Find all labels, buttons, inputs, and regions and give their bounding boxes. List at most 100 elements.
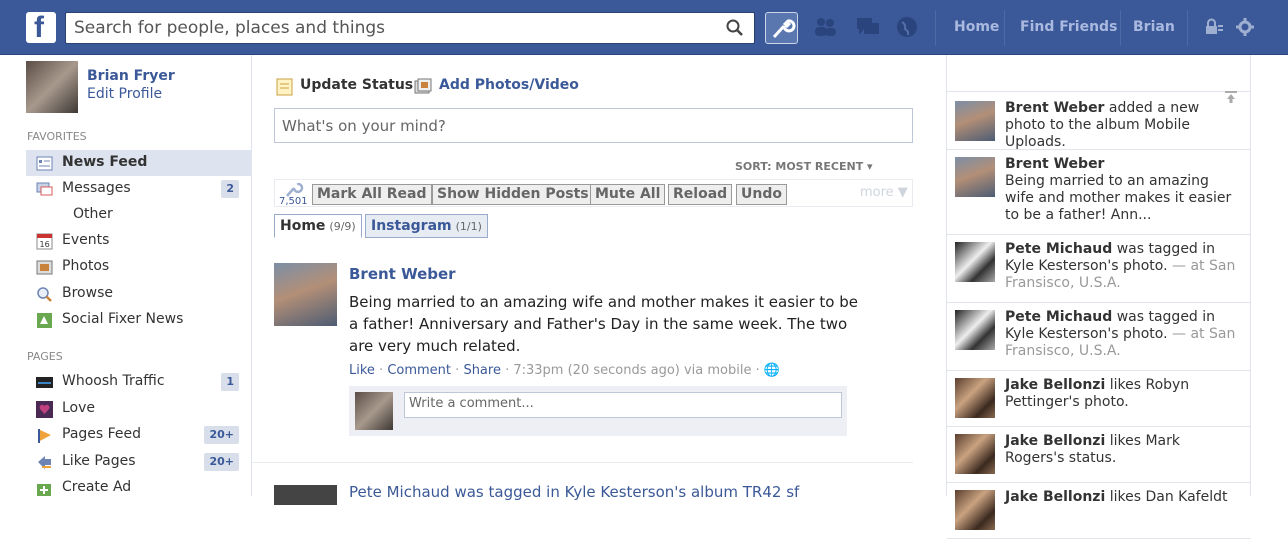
ticker-item[interactable]: Pete Michaud was tagged in Kyle Kesterso… [947,303,1251,371]
unread-count-badge: 1 [221,373,239,391]
sidebar-item-photos[interactable]: Photos [26,254,251,280]
top-bar: f Home Find Friends Brian [0,0,1288,55]
status-input[interactable]: What's on your mind? [274,108,913,143]
ticker-avatar[interactable] [955,101,995,141]
ticker-actor[interactable]: Brent Weber [1005,100,1104,116]
sidebar-item-label: Browse [62,285,113,301]
ticker-avatar[interactable] [955,242,995,282]
update-status-tab[interactable]: Update Status [300,77,413,93]
ticker-avatar[interactable] [955,310,995,350]
friend-requests-icon[interactable] [812,14,838,40]
story-author-avatar[interactable] [274,263,337,326]
sidebar-item-social-fixer-news[interactable]: Social Fixer News [26,307,251,333]
love-icon [36,401,53,418]
sidebar-item-other[interactable]: Other [26,202,251,228]
mark-all-read-button[interactable]: Mark All Read [312,184,432,205]
sidebar-item-browse[interactable]: Browse [26,281,251,307]
ticker-actor[interactable]: Jake Bellonzi [1005,489,1105,505]
sidebar-item-label: Events [62,232,110,248]
comment-input[interactable]: Write a comment... [404,392,842,418]
notifications-globe-icon[interactable] [894,14,920,40]
privacy-lock-icon[interactable] [1204,17,1224,37]
ticker-actor[interactable]: Jake Bellonzi [1005,433,1105,449]
story-headline[interactable]: Pete Michaud was tagged in Kyle Kesterso… [349,483,799,501]
ticker-action: Being married to an amazing wife and mot… [1005,173,1232,223]
facebook-logo-icon[interactable]: f [26,11,56,44]
comment-link[interactable]: Comment [387,363,451,378]
sidebar-item-label: Create Ad [62,479,132,495]
ticker-text[interactable]: Jake Bellonzi likes Robyn Pettinger's ph… [1005,377,1241,411]
ticker-item[interactable]: Jake Bellonzi likes Dan Kafeldt [947,483,1251,539]
story-author-avatar[interactable] [274,485,337,505]
share-link[interactable]: Share [463,363,501,378]
search-icon[interactable] [726,19,744,37]
story-actions: Like · Comment · Share · 7:33pm (20 seco… [349,363,781,378]
ticker-item[interactable]: Brent Weber Being married to an amazing w… [947,150,1251,235]
story-timestamp[interactable]: 7:33pm (20 seconds ago) via mobile [513,363,751,378]
ticker-avatar[interactable] [955,434,995,474]
ticker-item[interactable]: Jake Bellonzi likes Mark Rogers's status… [947,427,1251,483]
story-author-link[interactable]: Brent Weber [349,265,456,283]
story-divider [252,462,913,463]
messages-jewel-icon[interactable] [855,14,881,40]
favorites-header: FAVORITES [27,130,87,143]
nav-separator [935,10,936,46]
sidebar-item-love[interactable]: Love [26,396,251,422]
ticker-actor[interactable]: Pete Michaud [1005,241,1112,257]
ticker-text[interactable]: Pete Michaud was tagged in Kyle Kesterso… [1005,309,1241,360]
like-link[interactable]: Like [349,363,375,378]
create-ad-icon [37,484,51,496]
profile-avatar[interactable] [26,61,78,113]
sidebar-item-events[interactable]: 16 Events [26,228,251,254]
events-icon: 16 [36,233,53,250]
nav-home-link[interactable]: Home [954,19,999,35]
commenter-avatar [355,392,393,430]
more-dropdown[interactable]: more ▼ [860,185,908,200]
social-fixer-toolbar: 7,501 Mark All Read Show Hidden Posts Mu… [274,179,913,207]
ticker-item[interactable]: Jake Bellonzi likes Robyn Pettinger's ph… [947,371,1251,427]
ticker-item[interactable]: Brent Weber added a new photo to the alb… [947,94,1251,150]
social-fixer-badge: 7,501 [279,182,309,207]
sidebar-item-create-ad[interactable]: Create Ad [26,475,251,501]
sidebar-item-messages[interactable]: Messages 2 [26,176,251,202]
sort-dropdown[interactable]: SORT: MOST RECENT ▾ [735,160,873,173]
ticker-avatar[interactable] [955,490,995,530]
nav-separator [1120,10,1121,46]
mute-all-button[interactable]: Mute All [590,184,666,205]
nav-find-friends-link[interactable]: Find Friends [1020,19,1117,35]
reload-button[interactable]: Reload [668,184,733,205]
ticker-text[interactable]: Jake Bellonzi likes Mark Rogers's status… [1005,433,1241,467]
nav-profile-link[interactable]: Brian [1133,19,1175,35]
add-photos-icon [414,78,432,94]
tab-label: Instagram [371,218,452,234]
ticker-top-border [947,91,1251,92]
add-photos-tab[interactable]: Add Photos/Video [439,77,579,93]
sidebar-item-news-feed[interactable]: News Feed [26,150,251,176]
profile-name-link[interactable]: Brian Fryer [87,68,175,84]
ticker-avatar[interactable] [955,157,995,197]
ticker-actor[interactable]: Jake Bellonzi [1005,377,1105,393]
ticker-text[interactable]: Brent Weber Being married to an amazing w… [1005,156,1241,224]
ticker-text[interactable]: Jake Bellonzi likes Dan Kafeldt [1005,489,1241,506]
show-hidden-posts-button[interactable]: Show Hidden Posts [432,184,594,205]
sidebar-item-pages-feed[interactable]: Pages Feed 20+ [26,422,251,448]
search-input[interactable] [66,13,706,43]
sidebar-item-whoosh-traffic[interactable]: Whoosh Traffic 1 [26,369,251,395]
ticker-text[interactable]: Brent Weber added a new photo to the alb… [1005,100,1241,151]
edit-profile-link[interactable]: Edit Profile [87,86,162,102]
ticker-text[interactable]: Pete Michaud was tagged in Kyle Kesterso… [1005,241,1241,292]
ticker-avatar[interactable] [955,378,995,418]
tab-home[interactable]: Home (9/9) [274,214,362,238]
sidebar-item-like-pages[interactable]: Like Pages 20+ [26,449,251,475]
left-sidebar: Brian Fryer Edit Profile FAVORITES News … [0,55,252,496]
ticker-actor[interactable]: Brent Weber [1005,156,1104,172]
tab-instagram[interactable]: Instagram (1/1) [365,214,488,238]
browse-icon [37,287,52,302]
ticker-item[interactable]: Pete Michaud was tagged in Kyle Kesterso… [947,235,1251,303]
tab-count: (1/1) [455,220,482,233]
settings-gear-icon[interactable] [1236,18,1254,36]
messages-icon [36,182,53,196]
wrench-icon[interactable] [765,12,798,44]
ticker-actor[interactable]: Pete Michaud [1005,309,1112,325]
undo-button[interactable]: Undo [736,184,787,205]
